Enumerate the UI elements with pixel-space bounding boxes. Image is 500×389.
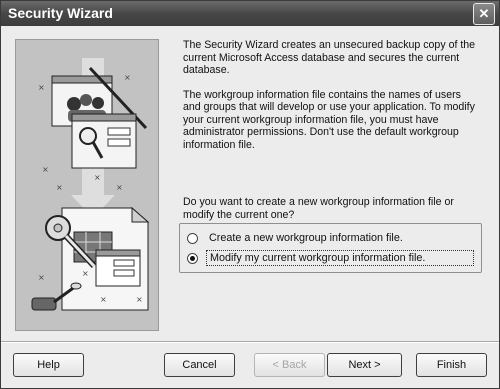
svg-text:×: × <box>38 83 45 92</box>
option-modify-current-label[interactable]: Modify my current workgroup information … <box>206 250 474 266</box>
wizard-description: The Security Wizard creates an unsecured… <box>183 39 478 163</box>
wizard-illustration: × × × × × × × × × × <box>15 39 159 331</box>
svg-text:×: × <box>56 183 63 192</box>
close-button[interactable]: ✕ <box>473 3 495 25</box>
description-paragraph-1: The Security Wizard creates an unsecured… <box>183 39 476 76</box>
button-divider <box>1 341 499 343</box>
svg-text:×: × <box>94 173 101 182</box>
svg-text:×: × <box>38 273 45 282</box>
workgroup-question: Do you want to create a new workgroup in… <box>183 196 454 221</box>
radio-modify-current[interactable] <box>187 252 198 264</box>
svg-text:×: × <box>82 269 89 278</box>
description-paragraph-2: The workgroup information file contains … <box>183 88 475 151</box>
next-button[interactable]: Next > <box>327 353 402 377</box>
window-title: Security Wizard <box>8 5 113 21</box>
svg-text:×: × <box>136 295 143 304</box>
radio-create-new[interactable] <box>187 232 198 244</box>
option-modify-current[interactable]: Modify my current workgroup information … <box>187 250 474 266</box>
option-create-new-label[interactable]: Create a new workgroup information file. <box>206 231 406 245</box>
help-button[interactable]: Help <box>13 353 84 377</box>
svg-text:×: × <box>42 165 49 174</box>
title-bar[interactable]: Security Wizard ✕ <box>1 1 499 26</box>
svg-text:×: × <box>124 73 131 82</box>
security-illustration-icon: × × × × × × × × × × <box>16 40 158 330</box>
svg-text:×: × <box>116 183 123 192</box>
cancel-button[interactable]: Cancel <box>164 353 235 377</box>
security-wizard-window: Security Wizard ✕ × × × × × × × × × × Th… <box>0 0 500 389</box>
back-button[interactable]: < Back <box>254 353 325 377</box>
workgroup-option-group: Create a new workgroup information file.… <box>179 223 482 273</box>
finish-button[interactable]: Finish <box>416 353 487 377</box>
close-icon: ✕ <box>478 6 490 21</box>
svg-text:×: × <box>100 295 107 304</box>
option-create-new[interactable]: Create a new workgroup information file. <box>187 230 406 246</box>
